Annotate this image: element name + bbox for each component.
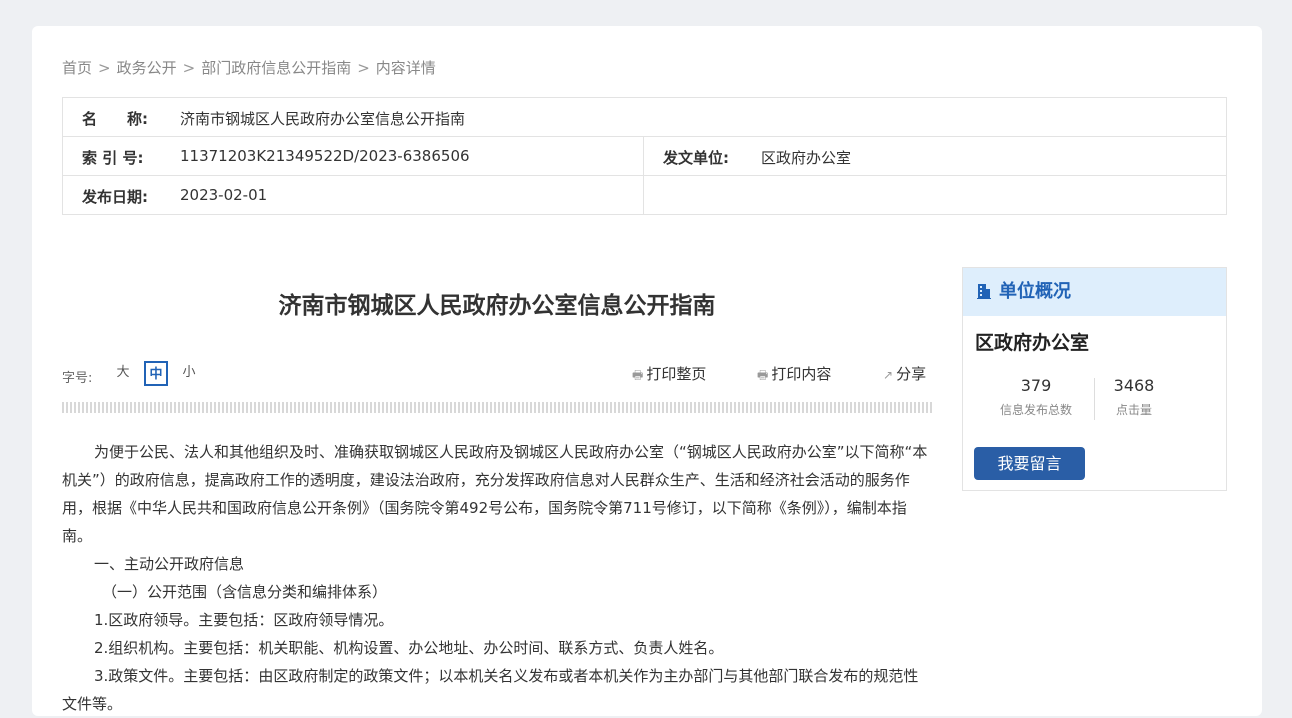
- meta-name-label: 名 称:: [82, 110, 148, 128]
- dotted-divider: [62, 402, 932, 413]
- breadcrumb-dept-guide[interactable]: 部门政府信息公开指南: [201, 59, 351, 77]
- article-paragraph: 3.政策文件。主要包括：由区政府制定的政策文件；以本机关名义发布或者本机关作为主…: [62, 667, 919, 713]
- meta-issuer-value: 区政府办公室: [761, 149, 852, 167]
- breadcrumb-separator: >: [357, 59, 370, 77]
- meta-index-label: 索 引 号:: [82, 149, 144, 167]
- breadcrumb-home[interactable]: 首页: [62, 59, 92, 77]
- meta-row-date: 发布日期: 2023-02-01: [63, 176, 1226, 215]
- meta-date-label: 发布日期:: [82, 188, 148, 206]
- meta-row-name: 名 称: 济南市钢城区人民政府办公室信息公开指南: [63, 98, 1226, 137]
- breadcrumb-separator: >: [98, 59, 111, 77]
- font-size-medium-button[interactable]: 中: [144, 361, 168, 386]
- breadcrumb-gov-affairs[interactable]: 政务公开: [117, 59, 177, 77]
- unit-overview-title: 单位概况: [999, 281, 1071, 302]
- meta-row-index: 索 引 号: 11371203K21349522D/2023-6386506 发…: [63, 137, 1226, 176]
- building-icon: [977, 270, 991, 299]
- stat-clicks: 3468 点击量: [1079, 376, 1189, 418]
- print-page-label: 打印整页: [646, 365, 707, 383]
- article-paragraph: （一）公开范围（含信息分类和编排体系）: [102, 583, 388, 601]
- share-button[interactable]: ↗ 分享: [883, 363, 926, 384]
- document-meta-table: 名 称: 济南市钢城区人民政府办公室信息公开指南 索 引 号: 11371203…: [62, 97, 1227, 215]
- print-page-button[interactable]: 🖶 打印整页: [632, 363, 706, 387]
- article-paragraph: 为便于公民、法人和其他组织及时、准确获取钢城区人民政府及钢城区人民政府办公室（“…: [62, 443, 928, 545]
- meta-name-value: 济南市钢城区人民政府办公室信息公开指南: [180, 110, 466, 128]
- font-size-small-button[interactable]: 小: [177, 361, 201, 386]
- share-label: 分享: [896, 365, 927, 383]
- breadcrumb: 首页 > 政务公开 > 部门政府信息公开指南 > 内容详情: [62, 57, 436, 78]
- article-paragraph: 一、主动公开政府信息: [94, 555, 245, 573]
- stat-caption: 信息发布总数: [999, 403, 1072, 417]
- font-size-large-button[interactable]: 大: [111, 361, 135, 386]
- breadcrumb-separator: >: [182, 59, 196, 77]
- meta-issuer-label: 发文单位:: [663, 149, 729, 167]
- meta-column-divider: [643, 137, 644, 215]
- meta-date-value: 2023-02-01: [180, 186, 268, 204]
- unit-overview-panel: 单位概况 区政府办公室 379 信息发布总数 3468 点击量 我要留言: [962, 267, 1227, 491]
- print-content-button[interactable]: 🖶 打印内容: [757, 363, 831, 387]
- stat-value: 379: [1020, 376, 1052, 395]
- article-paragraph: 1.区政府领导。主要包括：区政府领导情况。: [94, 611, 394, 629]
- article-toolbar: 字号: 大 中 小 🖶 打印整页 🖶 打印内容 ↗ 分享: [62, 360, 932, 390]
- unit-overview-header: 单位概况: [963, 268, 1226, 316]
- printer-icon: 🖶: [632, 368, 644, 382]
- breadcrumb-current: 内容详情: [375, 59, 436, 77]
- leave-message-button[interactable]: 我要留言: [974, 447, 1085, 480]
- article-title: 济南市钢城区人民政府办公室信息公开指南: [278, 293, 716, 319]
- stat-caption: 点击量: [1115, 403, 1152, 417]
- unit-name: 区政府办公室: [975, 332, 1090, 354]
- stat-total-published: 379 信息发布总数: [981, 376, 1091, 418]
- stat-value: 3468: [1113, 376, 1155, 395]
- article-paragraph: 2.组织机构。主要包括：机关职能、机构设置、办公地址、办公时间、联系方式、负责人…: [94, 639, 724, 657]
- printer-icon: 🖶: [757, 368, 769, 382]
- share-icon: ↗: [883, 368, 894, 382]
- font-size-label: 字号:: [62, 371, 93, 386]
- meta-index-value: 11371203K21349522D/2023-6386506: [180, 147, 470, 165]
- article-body: 为便于公民、法人和其他组织及时、准确获取钢城区人民政府及钢城区人民政府办公室（“…: [62, 438, 932, 718]
- print-content-label: 打印内容: [771, 365, 832, 383]
